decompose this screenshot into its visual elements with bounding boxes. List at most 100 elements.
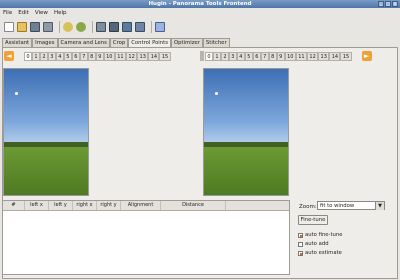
toolbar-separator <box>92 21 93 33</box>
checkbox-box[interactable] <box>298 232 303 238</box>
table-header: # left x left y right x right y Alignmen… <box>3 201 289 211</box>
undo-icon[interactable] <box>63 22 73 32</box>
stitch-icon[interactable] <box>135 22 145 32</box>
image-grid-icon[interactable] <box>122 22 132 32</box>
right-image-tab[interactable]: 8 <box>268 51 277 61</box>
tab-camera-and-lens[interactable]: Camera and Lens <box>57 38 110 47</box>
scroll-left-button[interactable] <box>200 51 204 61</box>
left-image-tab[interactable]: 8 <box>87 51 96 61</box>
left-image-selector: ◄ 0 1 2 3 4 5 6 7 8 9 10 11 12 13 14 15 <box>4 50 171 62</box>
left-image-tab[interactable]: 7 <box>79 51 88 61</box>
col-left-x[interactable]: left x <box>25 201 49 210</box>
right-image-tab[interactable]: 4 <box>236 51 245 61</box>
left-image-tab[interactable]: 13 <box>137 51 149 61</box>
sky-region <box>4 69 88 145</box>
right-image-tab[interactable]: 1 <box>212 51 221 61</box>
left-image-tab[interactable]: 5 <box>63 51 72 61</box>
col-left-y[interactable]: left y <box>49 201 73 210</box>
menu-file[interactable]: File <box>0 10 15 16</box>
tab-images[interactable]: Images <box>32 38 58 47</box>
save-as-icon[interactable] <box>43 22 53 32</box>
chevron-down-icon[interactable]: ▼ <box>375 202 384 210</box>
right-image-tab[interactable]: 12 <box>307 51 319 61</box>
save-icon[interactable] <box>30 22 40 32</box>
right-image-tab[interactable]: 2 <box>220 51 229 61</box>
close-button[interactable]: × <box>392 1 398 7</box>
right-image-view[interactable] <box>203 68 289 196</box>
about-icon[interactable] <box>155 22 165 32</box>
right-image-tab[interactable]: 0 <box>205 51 213 61</box>
prev-arrow-icon[interactable]: ◄ <box>4 51 14 61</box>
left-image-tab[interactable]: 2 <box>39 51 48 61</box>
right-image-tab[interactable]: 6 <box>252 51 261 61</box>
maximize-button[interactable]: □ <box>385 1 391 7</box>
right-image-tab[interactable]: 3 <box>228 51 237 61</box>
tab-optimizer[interactable]: Optimizer <box>170 38 203 47</box>
auto-add-checkbox[interactable]: auto add <box>298 241 329 247</box>
new-file-icon[interactable] <box>4 22 14 32</box>
grass-field <box>204 147 288 195</box>
window-title: Hugin - Panorama Tools Frontend <box>148 1 252 7</box>
checkbox-label: auto add <box>305 241 329 247</box>
menu-edit[interactable]: Edit <box>15 10 32 16</box>
open-folder-icon[interactable] <box>17 22 27 32</box>
left-image-tab[interactable]: 11 <box>114 51 126 61</box>
grass-field <box>4 147 88 195</box>
col-right-y[interactable]: right y <box>97 201 121 210</box>
right-image-selector: 0 1 2 3 4 5 6 7 8 9 10 11 12 13 14 15 ► <box>200 50 372 62</box>
auto-estimate-checkbox[interactable]: auto estimate <box>298 250 342 256</box>
right-image-tab[interactable]: 15 <box>340 51 352 61</box>
zoom-select[interactable]: fit to window ▼ <box>317 201 385 210</box>
left-image-view[interactable] <box>3 68 89 196</box>
menu-help[interactable]: Help <box>51 10 70 16</box>
auto-fine-tune-checkbox[interactable]: auto fine-tune <box>298 232 343 238</box>
zoom-label: Zoom: <box>299 204 317 210</box>
title-bar: Hugin - Panorama Tools Frontend _ □ × <box>0 0 400 8</box>
col-alignment[interactable]: Alignment <box>121 201 161 210</box>
right-image-tab[interactable]: 7 <box>260 51 269 61</box>
menu-view[interactable]: View <box>32 10 51 16</box>
sky-region <box>204 69 288 145</box>
checkbox-label: auto fine-tune <box>305 232 343 238</box>
left-image-tab[interactable]: 4 <box>55 51 64 61</box>
left-image-tab[interactable]: 15 <box>159 51 171 61</box>
checkbox-box[interactable] <box>298 241 303 247</box>
checkbox-box[interactable] <box>298 250 303 256</box>
tab-stitcher[interactable]: Stitcher <box>202 38 230 47</box>
tab-crop[interactable]: Crop <box>109 38 129 47</box>
col-index[interactable]: # <box>3 201 25 210</box>
left-image-tab[interactable]: 14 <box>148 51 160 61</box>
left-image-tab[interactable]: 12 <box>126 51 138 61</box>
left-image-tab[interactable]: 9 <box>95 51 104 61</box>
left-image-tab[interactable]: 1 <box>31 51 40 61</box>
toolbar-separator <box>151 21 152 33</box>
right-image-tab[interactable]: 11 <box>295 51 307 61</box>
preview-icon[interactable] <box>96 22 106 32</box>
tab-assistant[interactable]: Assistant <box>2 38 33 47</box>
fine-tune-button[interactable]: Fine-tune <box>298 215 328 225</box>
control-point-table[interactable]: # left x left y right x right y Alignmen… <box>2 200 290 275</box>
left-image-tab[interactable]: 10 <box>103 51 115 61</box>
left-image-tab[interactable]: 3 <box>47 51 56 61</box>
toolbar <box>0 18 400 36</box>
sun-glare <box>215 92 218 95</box>
sun-glare <box>15 92 18 95</box>
fast-preview-icon[interactable] <box>109 22 119 32</box>
right-image-tab[interactable]: 14 <box>329 51 341 61</box>
left-image-tab[interactable]: 0 <box>24 51 32 61</box>
minimize-button[interactable]: _ <box>378 1 384 7</box>
right-image-tab[interactable]: 10 <box>284 51 296 61</box>
right-image-tabs: 0 1 2 3 4 5 6 7 8 9 10 11 12 13 14 15 <box>205 51 352 61</box>
right-image-tab[interactable]: 9 <box>276 51 285 61</box>
left-image-tabs: 0 1 2 3 4 5 6 7 8 9 10 11 12 13 14 15 <box>24 51 171 61</box>
redo-icon[interactable] <box>76 22 86 32</box>
control-point-options: Zoom: fit to window ▼ Fine-tune auto fin… <box>294 200 398 278</box>
right-image-tab[interactable]: 5 <box>244 51 253 61</box>
left-image-tab[interactable]: 6 <box>71 51 80 61</box>
col-distance[interactable]: Distance <box>161 201 226 210</box>
next-arrow-icon[interactable]: ► <box>361 51 372 61</box>
menu-bar: File Edit View Help <box>0 8 400 18</box>
col-right-x[interactable]: right x <box>73 201 97 210</box>
window-controls: _ □ × <box>378 1 398 7</box>
right-image-tab[interactable]: 13 <box>318 51 330 61</box>
